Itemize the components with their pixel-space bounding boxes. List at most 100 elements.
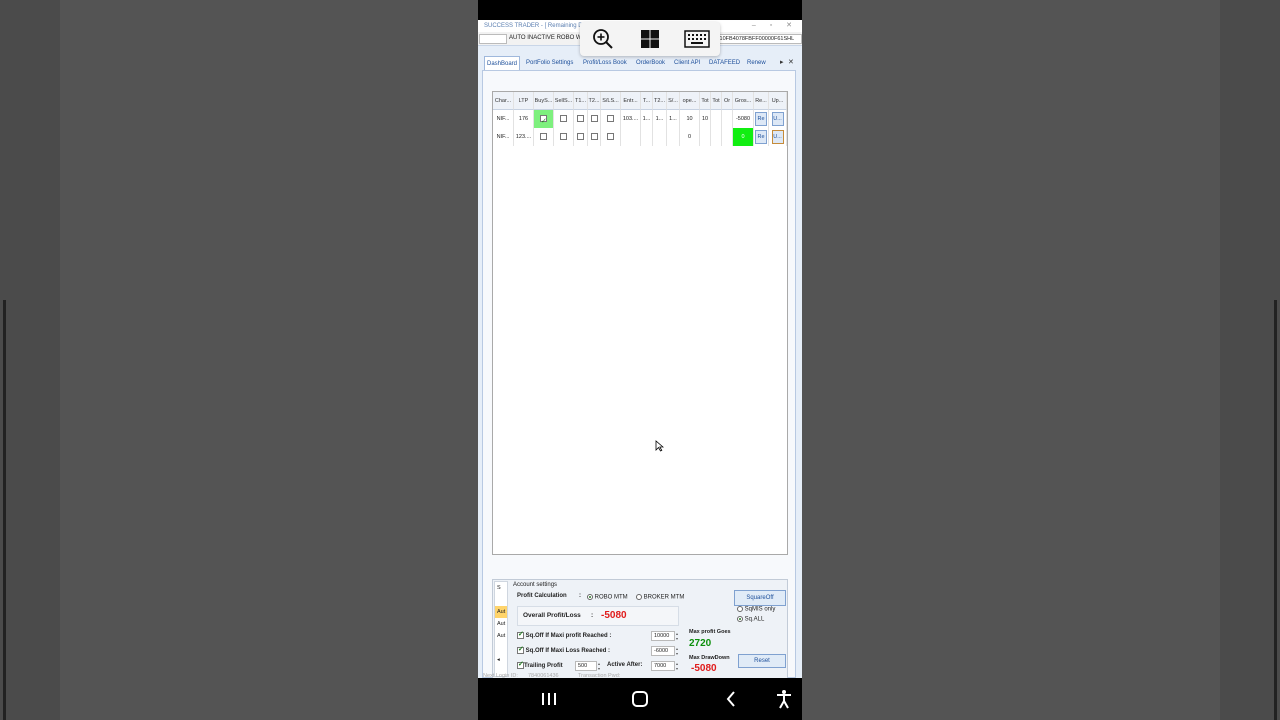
broker-mtm-radio[interactable] — [636, 594, 642, 600]
header-cell[interactable]: Re... — [754, 92, 769, 110]
sq-all-radio[interactable] — [737, 616, 743, 622]
t2-checkbox[interactable] — [590, 133, 598, 141]
sqmis-only-radio[interactable] — [737, 606, 743, 612]
sl-checkbox[interactable] — [607, 133, 614, 141]
list-item[interactable]: S — [495, 582, 507, 594]
spinner-icon[interactable]: ▴ ▾ — [674, 661, 680, 671]
robo-mtm-radio[interactable] — [587, 594, 593, 600]
zoom-in-icon[interactable] — [588, 24, 618, 54]
reset-cell[interactable]: Re — [754, 110, 769, 128]
row-update-button[interactable]: U... — [771, 112, 784, 126]
tab-renew[interactable]: Renew — [745, 56, 768, 70]
t1-checkbox[interactable] — [577, 133, 584, 141]
header-cell[interactable]: Entr... — [621, 92, 641, 110]
t2-cell[interactable] — [588, 128, 601, 146]
strategy-list[interactable]: S Aut Aut Aut ◂ — [494, 581, 508, 677]
home-icon[interactable] — [627, 686, 653, 712]
positions-grid[interactable]: Char... LTP BuyS... SellS... T1... T2...… — [492, 91, 788, 555]
recent-apps-icon[interactable] — [536, 686, 562, 712]
sl-checkbox[interactable] — [607, 115, 614, 123]
list-item[interactable] — [495, 642, 507, 654]
tab-portfolio-settings[interactable]: PortFolio Settings — [524, 56, 575, 70]
header-cell[interactable]: LTP — [514, 92, 534, 110]
back-icon[interactable] — [718, 686, 744, 712]
tab-datafeed[interactable]: DATAFEED — [707, 56, 742, 70]
reset-cell[interactable]: Re — [754, 128, 769, 146]
header-cell[interactable]: ope... — [680, 92, 700, 110]
accessibility-icon[interactable] — [771, 686, 797, 712]
spinner-icon[interactable]: ▴ ▾ — [674, 646, 680, 656]
robo-mtm-option[interactable]: ROBO MTM — [587, 594, 628, 601]
tab-close-icon[interactable]: ✕ — [788, 56, 794, 70]
trailing-profit-input[interactable]: 500 ▴ ▾ — [575, 661, 600, 671]
header-cell[interactable]: Gros... — [733, 92, 754, 110]
tab-orderbook[interactable]: OrderBook — [634, 56, 667, 70]
row-update-button[interactable]: U... — [771, 130, 784, 144]
spinner-icon[interactable]: ▴ ▾ — [674, 631, 680, 641]
squareoff-button[interactable]: SquareOff — [734, 590, 786, 606]
header-cell[interactable]: BuyS... — [534, 92, 554, 110]
header-cell[interactable]: Tot — [700, 92, 711, 110]
max-loss-row[interactable]: Sq.Off If Maxi Loss Reached : — [517, 645, 610, 654]
tab-profit-loss-book[interactable]: Profit/Loss Book — [581, 56, 629, 70]
trailing-profit-row[interactable]: Trailing Profit — [517, 660, 563, 669]
account-settings-label: Account settings — [513, 582, 558, 588]
windows-icon[interactable] — [635, 24, 665, 54]
update-cell[interactable]: U... — [769, 128, 787, 146]
tab-dashboard[interactable]: DashBoard — [484, 56, 521, 70]
header-cell[interactable]: Up... — [769, 92, 787, 110]
sell-signal-checkbox[interactable] — [560, 133, 567, 141]
window-controls[interactable]: – ▫ ✕ — [752, 20, 798, 32]
header-cell[interactable]: S/LS... — [601, 92, 621, 110]
t1-cell[interactable] — [574, 128, 588, 146]
max-profit-checkbox[interactable] — [517, 630, 524, 639]
broker-mtm-option[interactable]: BROKER MTM — [636, 594, 684, 601]
update-cell[interactable]: U... — [769, 110, 787, 128]
list-item[interactable]: Aut — [495, 606, 507, 618]
list-item[interactable]: Aut — [495, 618, 507, 630]
t2-cell[interactable] — [588, 110, 601, 128]
header-cell[interactable]: T... — [641, 92, 653, 110]
sell-signal-cell[interactable] — [554, 128, 574, 146]
header-cell[interactable]: Char... — [493, 92, 514, 110]
tab-scroll-icon[interactable]: ▸ — [780, 56, 784, 70]
info-input[interactable] — [479, 34, 507, 44]
max-loss-input[interactable]: -6000 ▴ ▾ — [651, 646, 678, 656]
buy-signal-checkbox[interactable] — [540, 133, 547, 141]
trailing-profit-checkbox[interactable] — [517, 660, 524, 669]
active-after-input[interactable]: 7000 ▴ ▾ — [651, 661, 678, 671]
reset-button[interactable]: Reset — [738, 654, 786, 668]
table-row[interactable]: NIF... 176 103.... 1... 1... 1... 10 10 … — [493, 110, 787, 128]
sqmis-only-option[interactable]: SqMIS only — [737, 606, 775, 613]
spinner-icon[interactable]: ▴ ▾ — [596, 661, 602, 671]
row-reset-button[interactable]: Re — [755, 112, 767, 126]
header-cell[interactable]: T1... — [574, 92, 588, 110]
sell-signal-checkbox[interactable] — [560, 115, 567, 123]
table-row[interactable]: NIF... 123.... 0 0 Re U... — [493, 128, 787, 146]
header-cell[interactable]: Tot — [711, 92, 722, 110]
buy-signal-cell[interactable] — [534, 128, 554, 146]
sell-signal-cell[interactable] — [554, 110, 574, 128]
keyboard-icon[interactable] — [682, 24, 712, 54]
max-profit-input[interactable]: 10000 ▴ ▾ — [651, 631, 678, 641]
header-cell[interactable]: Or — [722, 92, 733, 110]
t1-checkbox[interactable] — [577, 115, 584, 123]
max-loss-checkbox[interactable] — [517, 645, 524, 654]
row-reset-button[interactable]: Re — [755, 130, 767, 144]
scroll-left-icon[interactable]: ◂ — [495, 654, 507, 666]
sq-all-option[interactable]: Sq.ALL — [737, 616, 764, 623]
t1-cell[interactable] — [574, 110, 588, 128]
buy-signal-cell[interactable] — [534, 110, 554, 128]
sl-cell[interactable] — [601, 128, 621, 146]
list-item[interactable]: Aut — [495, 630, 507, 642]
tab-client-api[interactable]: Client API — [672, 56, 702, 70]
header-cell[interactable]: T2... — [588, 92, 601, 110]
header-cell[interactable]: SellS... — [554, 92, 574, 110]
buy-signal-checkbox[interactable] — [540, 113, 547, 128]
header-cell[interactable]: T2... — [653, 92, 667, 110]
header-cell[interactable]: S/... — [667, 92, 680, 110]
list-item[interactable] — [495, 594, 507, 606]
sl-cell[interactable] — [601, 110, 621, 128]
max-profit-row[interactable]: Sq.Off If Maxi profit Reached : — [517, 630, 611, 639]
t2-checkbox[interactable] — [590, 115, 598, 123]
